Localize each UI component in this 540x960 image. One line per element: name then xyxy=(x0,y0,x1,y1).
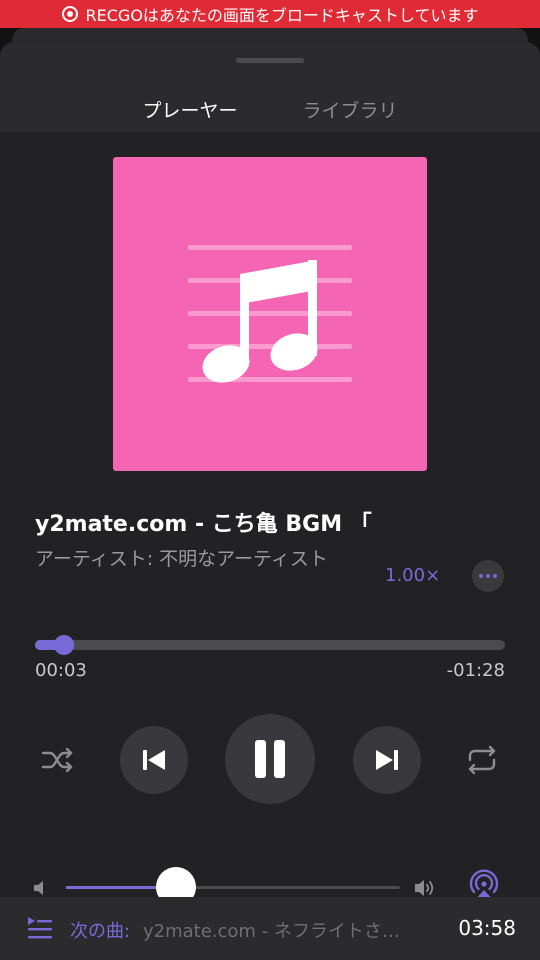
up-next-bar[interactable]: 次の曲: y2mate.com - ネフライトさ… 03:58 xyxy=(0,897,540,960)
repeat-button[interactable] xyxy=(462,740,502,780)
elapsed-time: 00:03 xyxy=(35,660,87,681)
track-artist: アーティスト: 不明なアーティスト xyxy=(35,548,328,570)
queue-list-icon xyxy=(28,917,52,939)
music-note-icon xyxy=(188,245,352,383)
volume-low-icon xyxy=(34,881,43,895)
skip-next-icon xyxy=(376,750,398,770)
tab-library[interactable]: ライブラリ xyxy=(270,86,430,132)
ellipsis-icon xyxy=(479,574,483,578)
progress-slider[interactable] xyxy=(35,635,505,655)
player-sheet: プレーヤー ライブラリ y2mate.com - こち亀 BGM 「 アーティス… xyxy=(0,42,540,960)
screen-recording-banner[interactable]: RECGOはあなたの画面をブロードキャストしています xyxy=(0,0,540,28)
track-title: y2mate.com - こち亀 BGM 「 xyxy=(35,512,372,537)
repeat-icon xyxy=(468,745,496,775)
pause-icon xyxy=(255,740,285,778)
tab-library-label: ライブラリ xyxy=(302,99,398,122)
ellipsis-dot xyxy=(486,574,490,578)
playback-speed-button[interactable]: 1.00× xyxy=(385,565,440,586)
record-icon xyxy=(61,6,78,22)
next-track-button[interactable] xyxy=(353,726,421,794)
up-next-title: y2mate.com - ネフライトさ… xyxy=(143,921,400,942)
skip-previous-icon xyxy=(143,750,165,770)
up-next-label: 次の曲: xyxy=(70,921,131,942)
more-options-button[interactable] xyxy=(472,560,504,592)
up-next-duration: 03:58 xyxy=(458,916,516,940)
previous-track-button[interactable] xyxy=(120,726,188,794)
progress-thumb[interactable] xyxy=(54,635,75,655)
remaining-time: -01:28 xyxy=(446,660,505,681)
recording-banner-text: RECGOはあなたの画面をブロードキャストしています xyxy=(85,6,479,25)
album-artwork xyxy=(113,157,427,471)
shuffle-button[interactable] xyxy=(38,740,78,780)
shuffle-icon xyxy=(41,747,73,773)
ellipsis-dot xyxy=(493,574,497,578)
now-playing-panel: y2mate.com - こち亀 BGM 「 アーティスト: 不明なアーティスト… xyxy=(0,132,540,907)
tab-player-label: プレーヤー xyxy=(142,99,238,122)
volume-slider[interactable] xyxy=(66,867,400,907)
tab-bar: プレーヤー ライブラリ xyxy=(0,86,540,174)
sheet-drag-handle[interactable] xyxy=(236,58,304,63)
volume-high-icon xyxy=(415,880,434,896)
play-pause-button[interactable] xyxy=(225,714,315,804)
tab-player[interactable]: プレーヤー xyxy=(110,86,270,132)
